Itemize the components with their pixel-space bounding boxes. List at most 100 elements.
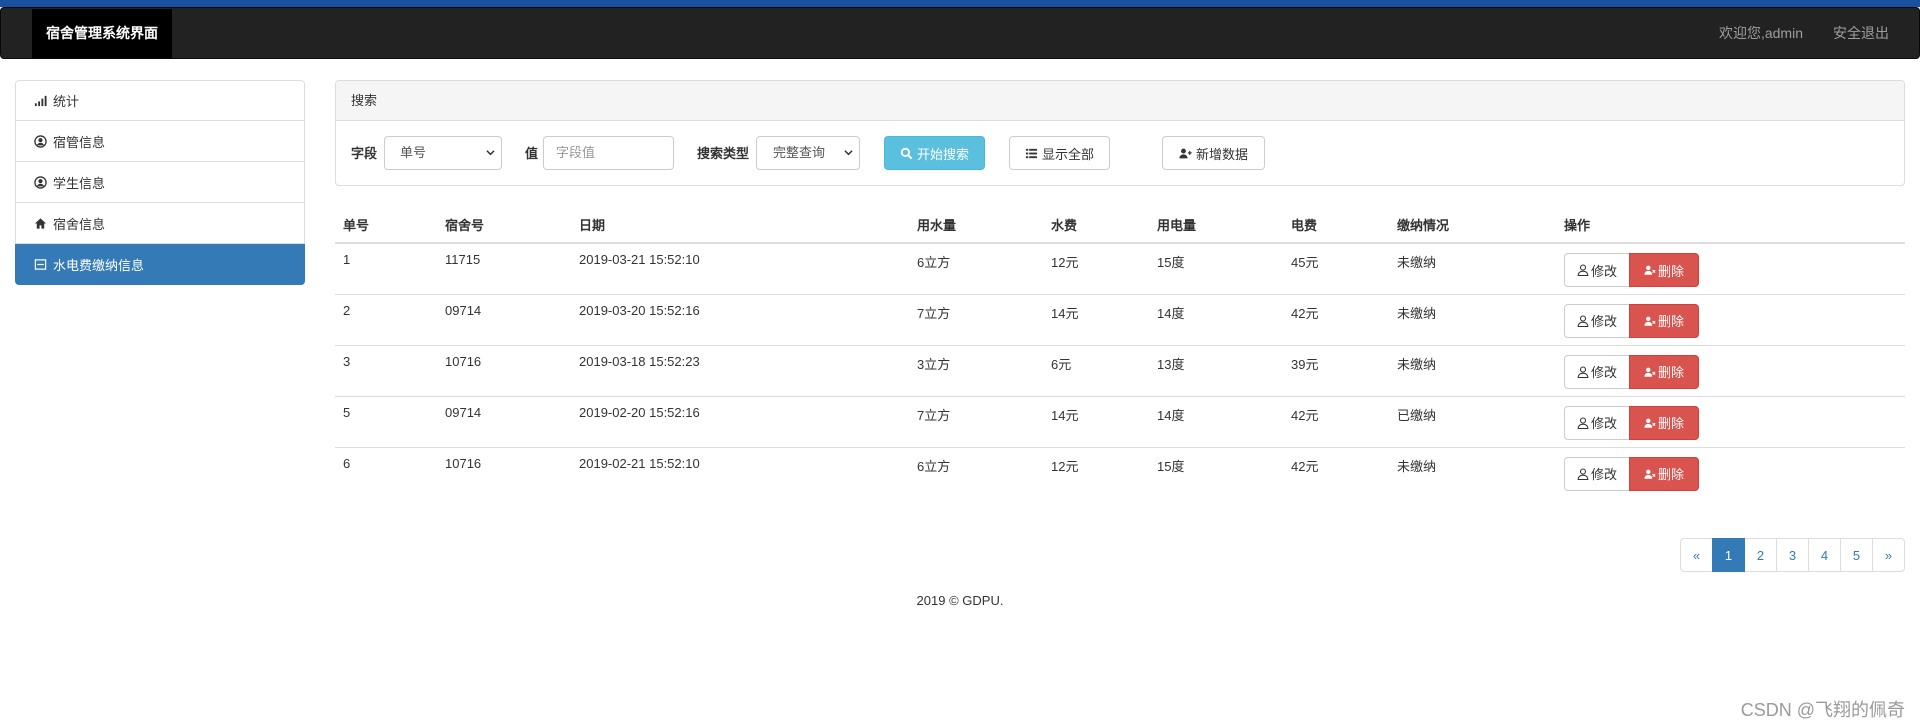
sidebar: 统计 宿管信息 学生信息 宿舍信息 水电费缴纳信息 [15,80,305,285]
page-5[interactable]: 5 [1840,538,1873,572]
field-select-value: 单号 [400,145,427,160]
brand-title[interactable]: 宿舍管理系统界面 [32,9,172,58]
cell-water-fee: 12元 [1043,446,1149,498]
remove-user-icon [1644,469,1656,479]
column-header: 用电量 [1149,206,1283,244]
table-row: 5 09714 2019-02-20 15:52:16 7立方 14元 14度 … [335,395,1905,447]
sidebar-item-label: 宿管信息 [53,134,106,150]
delete-label: 删除 [1657,263,1684,279]
add-data-button[interactable]: 新增数据 [1162,136,1265,170]
delete-button[interactable]: 删除 [1629,354,1699,389]
edit-label: 修改 [1590,263,1617,279]
cell-id: 6 [335,446,437,498]
cell-date: 2019-02-20 15:52:16 [571,395,909,447]
column-header: 缴纳情况 [1389,206,1556,244]
page-next[interactable]: » [1872,538,1905,572]
chevron-down-icon [486,150,495,156]
delete-button[interactable]: 删除 [1629,253,1699,287]
cell-date: 2019-03-21 15:52:10 [579,252,700,267]
edit-button[interactable]: 修改 [1564,456,1630,491]
cell-dorm: 09714 [437,293,571,345]
cell-actions: 修改 删除 [1556,344,1905,396]
edit-button[interactable]: 修改 [1564,354,1630,389]
cell-power-fee: 42元 [1283,446,1389,498]
sidebar-item-label: 学生信息 [53,175,106,191]
edit-button[interactable]: 修改 [1564,303,1630,338]
cell-power: 15度 [1149,446,1283,498]
cell-power-fee: 39元 [1283,344,1389,396]
user-circle-icon [33,175,47,189]
sidebar-item-dorms[interactable]: 宿舍信息 [15,203,305,244]
cell-status: 未缴纳 [1397,255,1437,270]
value-input[interactable]: 字段值 [543,136,674,170]
user-circle-icon [33,134,47,148]
cell-water: 7立方 [909,293,1043,345]
start-search-button[interactable]: 开始搜索 [884,136,985,170]
add-data-label: 新增数据 [1195,146,1248,162]
edit-button[interactable]: 修改 [1564,253,1630,287]
delete-button[interactable]: 删除 [1629,456,1699,491]
table-header-row: 单号 宿舍号 日期 用水量 水费 用电量 电费 缴纳情况 操作 [335,206,1905,244]
delete-label: 删除 [1657,416,1684,431]
edit-label: 修改 [1590,314,1617,329]
cell-water-fee: 6元 [1043,344,1149,396]
page-1[interactable]: 1 [1712,538,1745,572]
cell-water-fee: 14元 [1043,293,1149,345]
cell-dorm: 10716 [437,446,571,498]
cell-status: 未缴纳 [1389,344,1556,396]
search-icon [900,147,913,159]
field-select[interactable]: 单号 [384,136,502,170]
cell-power: 15度 [1157,255,1185,270]
search-panel-heading: 搜索 [336,81,1904,121]
page-prev[interactable]: « [1680,538,1713,572]
edit-button[interactable]: 修改 [1564,405,1630,440]
cell-power-fee: 45元 [1291,255,1319,270]
cell-water-fee: 12元 [1051,255,1079,270]
sidebar-item-statistics[interactable]: 统计 [15,80,305,121]
sidebar-item-students[interactable]: 学生信息 [15,162,305,203]
sidebar-item-dorm-managers[interactable]: 宿管信息 [15,121,305,162]
show-all-button[interactable]: 显示全部 [1009,136,1110,170]
column-header: 单号 [335,206,437,244]
cell-actions: 修改 删除 [1556,395,1905,447]
remove-user-icon [1644,367,1656,377]
cell-power: 13度 [1149,344,1283,396]
page-3[interactable]: 3 [1776,538,1809,572]
table-row: 6 10716 2019-02-21 15:52:10 6立方 12元 15度 … [335,446,1905,498]
cell-water: 6立方 [909,446,1043,498]
page-2[interactable]: 2 [1744,538,1777,572]
sidebar-item-utility-payments[interactable]: 水电费缴纳信息 [15,244,305,285]
user-outline-icon [1577,467,1589,480]
remove-user-icon [1644,316,1656,326]
cell-id: 3 [335,344,437,396]
column-header: 操作 [1556,206,1905,244]
cell-actions: 修改 删除 [1556,293,1905,345]
remove-user-icon [1644,418,1656,428]
table-row: 2 09714 2019-03-20 15:52:16 7立方 14元 14度 … [335,293,1905,345]
cell-dorm: 10716 [437,344,571,396]
start-search-label: 开始搜索 [916,146,969,162]
sidebar-item-label: 水电费缴纳信息 [53,257,145,273]
search-type-select[interactable]: 完整查询 [756,136,860,170]
table-row: 1 11715 2019-03-21 15:52:10 6立方 12元 15度 … [335,243,1905,294]
page-4[interactable]: 4 [1808,538,1841,572]
edit-label: 修改 [1590,416,1617,431]
cell-water: 6立方 [917,255,951,270]
cell-status: 未缴纳 [1389,446,1556,498]
welcome-link[interactable]: 欢迎您,admin [1719,23,1803,43]
chevron-down-icon [844,150,853,156]
cell-id: 5 [335,395,437,447]
delete-button[interactable]: 删除 [1629,405,1699,440]
cell-power: 14度 [1149,395,1283,447]
cell-water-fee: 14元 [1043,395,1149,447]
delete-button[interactable]: 删除 [1629,303,1699,338]
list-icon [1025,148,1038,158]
cell-dorm: 09714 [437,395,571,447]
logout-link[interactable]: 安全退出 [1833,23,1889,43]
search-type-value: 完整查询 [773,145,826,160]
cell-water: 7立方 [909,395,1043,447]
cell-power: 14度 [1149,293,1283,345]
cell-status: 未缴纳 [1389,293,1556,345]
cell-dorm: 11715 [445,252,481,267]
cell-power-fee: 42元 [1283,293,1389,345]
